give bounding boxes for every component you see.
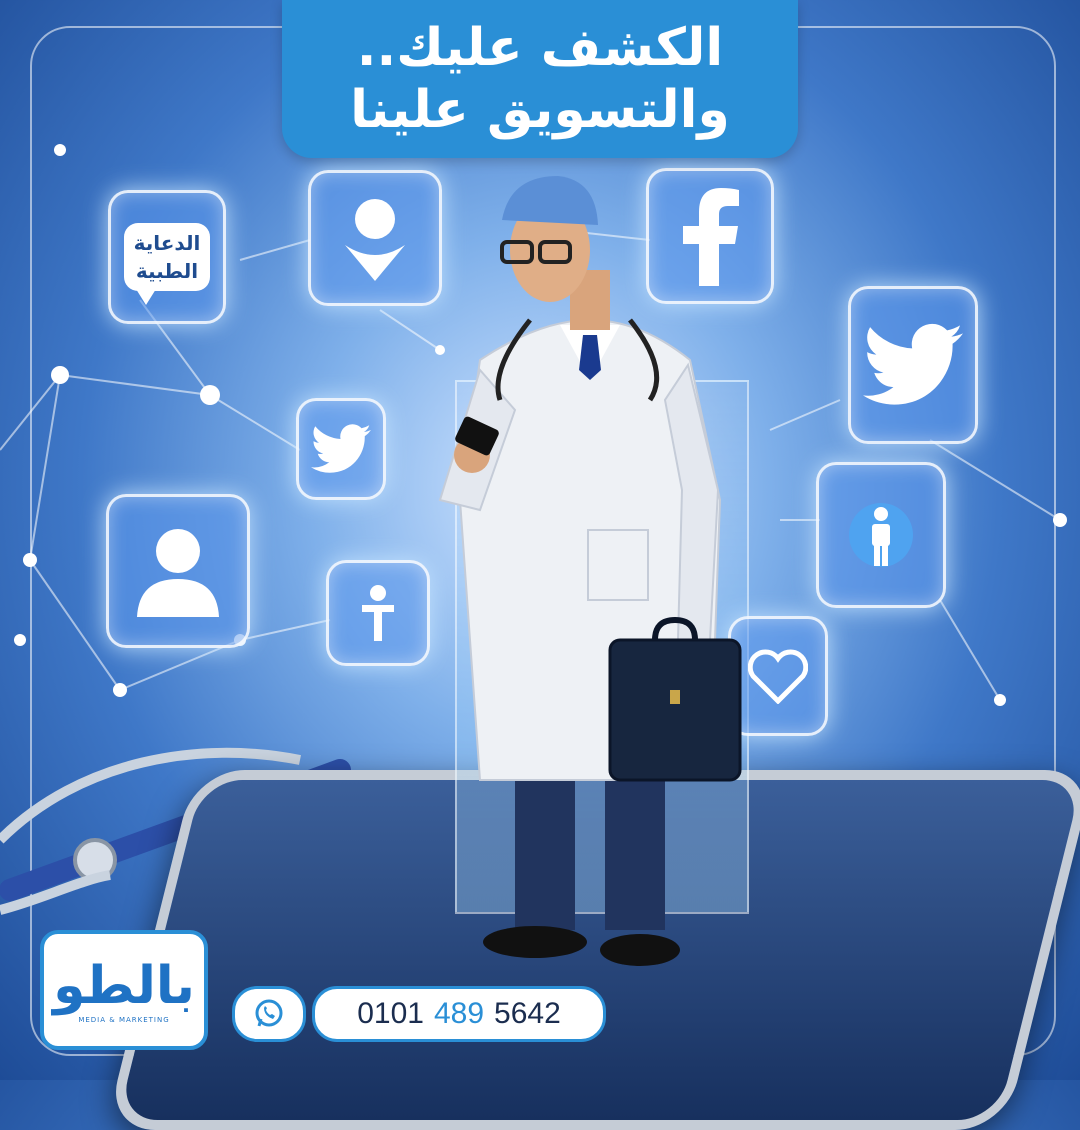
headline-banner: الكشف عليك.. والتسويق علينا bbox=[282, 0, 798, 158]
bubble-line-2: الطبية bbox=[135, 259, 199, 283]
person-icon bbox=[849, 503, 913, 567]
whatsapp-badge[interactable] bbox=[232, 986, 306, 1042]
user-tile bbox=[106, 494, 250, 648]
whatsapp-icon bbox=[255, 999, 283, 1027]
person-tile bbox=[816, 462, 946, 608]
location-pin-icon bbox=[345, 199, 405, 281]
brand-logo-mark: بالطو bbox=[53, 956, 195, 1016]
twitter-small-icon bbox=[311, 424, 371, 473]
bubble-tile: الدعاية الطبية bbox=[108, 190, 226, 324]
person-small-tile bbox=[326, 560, 430, 666]
twitter-large-icon bbox=[863, 323, 963, 405]
phone-part-3: 5642 bbox=[494, 997, 561, 1030]
doctor-illustration bbox=[438, 176, 742, 966]
headline-line-2: والتسويق علينا bbox=[350, 80, 730, 140]
brand-logo-subtitle: MEDIA & MARKETING bbox=[78, 1016, 170, 1024]
twitter-large-tile bbox=[848, 286, 978, 444]
phone-part-1: 0101 bbox=[357, 997, 424, 1030]
user-icon bbox=[137, 529, 219, 617]
headline-line-1: الكشف عليك.. bbox=[356, 18, 724, 78]
phone-part-2: 489 bbox=[433, 997, 485, 1030]
twitter-small-tile bbox=[296, 398, 386, 500]
brand-logo: بالطو MEDIA & MARKETING bbox=[40, 930, 208, 1050]
person-small-icon bbox=[362, 585, 394, 641]
phone-number[interactable]: 0101 489 5642 bbox=[312, 986, 606, 1042]
bubble-line-1: الدعاية bbox=[133, 231, 201, 255]
speech-bubble: الدعاية الطبية bbox=[123, 223, 211, 305]
